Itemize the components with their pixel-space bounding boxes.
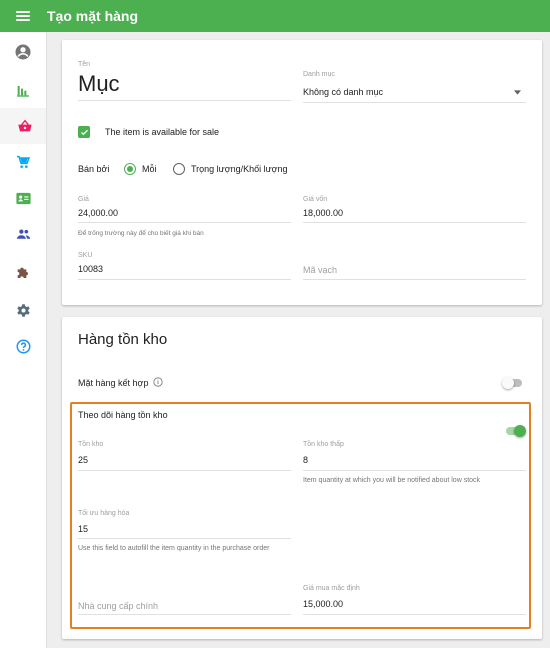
price-hint: Để trống trường này để cho biết giá khi … [78,230,204,237]
supplier-input[interactable]: Nhà cung cấp chính [78,601,158,611]
sku-underline [78,279,291,280]
page-title: Tạo mặt hàng [47,8,139,24]
app-bar: Tạo mặt hàng [0,0,550,32]
help-icon [16,339,30,353]
check-icon [80,129,88,135]
track-stock-label: Theo dõi hàng tồn kho [78,410,168,420]
optimal-stock-underline [78,538,291,539]
sidebar-item-help[interactable] [0,328,46,364]
sku-input[interactable]: 10083 [78,264,103,274]
inventory-title: Hàng tồn kho [78,331,168,348]
account-circle-icon [15,44,31,60]
sidebar-item-sales[interactable] [0,144,46,180]
available-label: The item is available for sale [105,127,220,137]
available-checkbox[interactable] [78,126,90,138]
sold-by-weight-radio[interactable] [173,163,185,175]
price-underline [78,222,291,223]
optimal-stock-label: Tối ưu hàng hóa [78,510,130,517]
sold-by-weight-label: Trọng lượng/Khối lượng [191,164,288,174]
sidebar-item-settings[interactable] [0,292,46,328]
sold-by-each-radio[interactable] [124,163,136,175]
cost-label: Giá vốn [303,196,328,203]
category-label: Danh mục [303,71,335,78]
in-stock-label: Tồn kho [78,441,104,448]
gear-icon [16,303,30,317]
sidebar-item-items[interactable] [0,108,46,144]
price-label: Giá [78,196,89,203]
low-stock-input[interactable]: 8 [303,455,308,465]
category-select[interactable]: Không có danh mục [303,87,383,97]
in-stock-input[interactable]: 25 [78,455,88,465]
people-icon [16,229,30,239]
in-stock-underline [78,470,291,471]
sku-label: SKU [78,252,93,259]
track-stock-toggle[interactable] [504,423,526,439]
badge-icon [15,192,31,204]
default-cost-underline [303,614,526,615]
sidebar [0,32,47,648]
barcode-input[interactable]: Mã vạch [303,265,337,275]
cost-input[interactable]: 18,000.00 [303,208,343,218]
optimal-stock-hint: Use this field to autofill the item quan… [78,545,270,552]
basket-icon [17,119,32,132]
low-stock-label: Tồn kho thấp [303,441,344,448]
chevron-down-icon[interactable] [514,90,521,95]
default-cost-label: Giá mua mặc định [303,585,360,592]
name-input[interactable]: Mục [78,71,120,97]
default-cost-input[interactable]: 15,000.00 [303,599,343,609]
bar-chart-icon [17,86,29,97]
item-details-card: Tên Mục Danh mục Không có danh mục The i… [62,40,542,305]
inventory-card: Hàng tồn kho Mặt hàng kết hợp Theo dõi h… [62,317,542,639]
name-underline [78,100,291,101]
sidebar-item-account[interactable] [0,34,46,70]
cost-underline [303,222,526,223]
barcode-underline [303,279,526,280]
composite-toggle[interactable] [502,375,524,391]
sidebar-item-integrations[interactable] [0,254,46,290]
sold-by-each-label: Mỗi [142,164,157,174]
low-stock-underline [303,470,526,471]
menu-icon[interactable] [16,11,30,21]
composite-label: Mặt hàng kết hợp [78,378,149,388]
name-label: Tên [78,61,91,68]
sidebar-item-customers[interactable] [0,216,46,252]
info-icon[interactable] [153,377,163,387]
optimal-stock-input[interactable]: 15 [78,524,88,534]
sidebar-item-reports[interactable] [0,72,46,108]
low-stock-hint: Item quantity at which you will be notif… [303,477,481,484]
supplier-underline [78,614,291,615]
price-input[interactable]: 24,000.00 [78,208,118,218]
sold-by-label: Bán bởi [78,164,110,174]
sidebar-item-employees[interactable] [0,180,46,216]
puzzle-icon [17,267,28,278]
cart-icon [17,155,31,168]
category-underline [303,102,526,103]
